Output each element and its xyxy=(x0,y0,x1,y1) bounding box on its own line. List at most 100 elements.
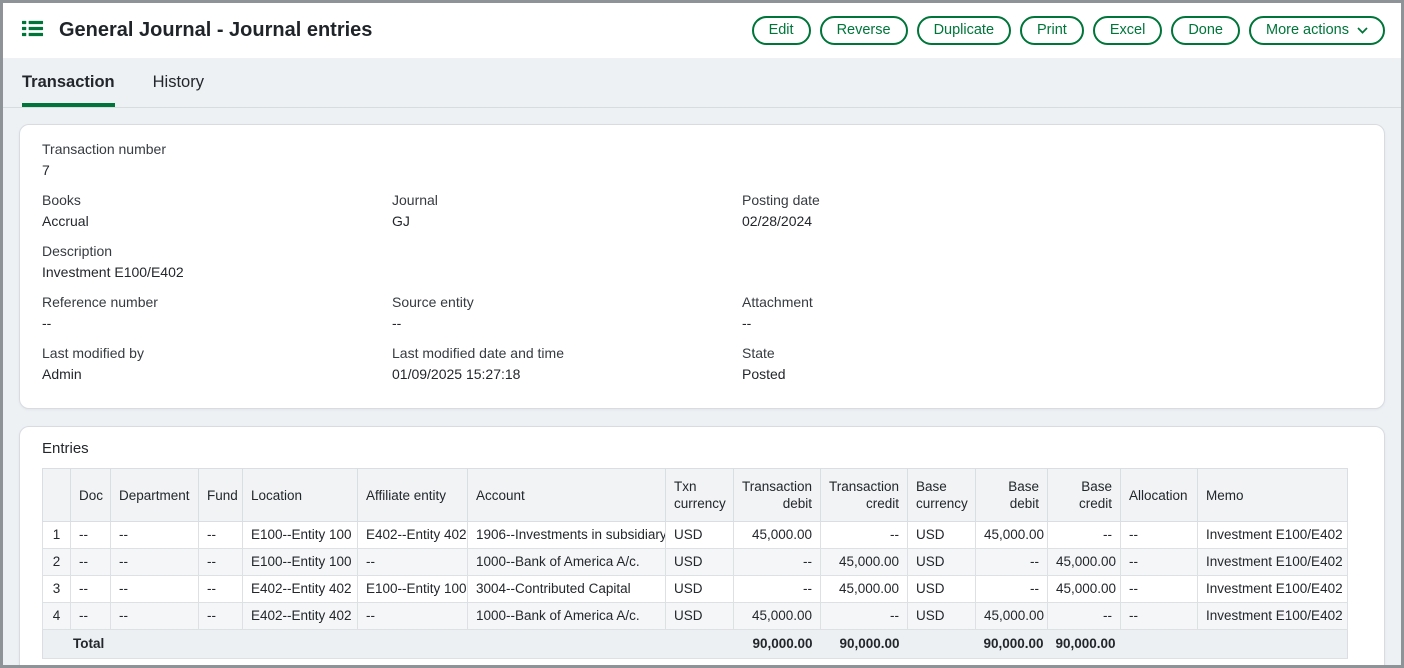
total-location xyxy=(243,630,358,659)
cell-num: 4 xyxy=(43,603,71,630)
cell-memo: Investment E100/E402 xyxy=(1198,549,1348,576)
tab-bar: Transaction History xyxy=(3,58,1401,108)
total-base_credit: 90,000.00 xyxy=(1048,630,1121,659)
field-last-modified-by: Last modified byAdmin xyxy=(42,345,392,383)
cell-allocation: -- xyxy=(1121,549,1198,576)
total-allocation xyxy=(1121,630,1198,659)
cell-location: E402--Entity 402 xyxy=(243,603,358,630)
cell-base_debit: -- xyxy=(976,576,1048,603)
field-journal: Journal GJ xyxy=(392,192,742,230)
col-base_debit: Base debit xyxy=(976,469,1048,522)
total-account xyxy=(468,630,666,659)
field-last-modified-date-and-time: Last modified date and time 01/09/2025 15… xyxy=(392,345,742,383)
field-label: Transaction number xyxy=(42,141,392,158)
cell-num: 1 xyxy=(43,522,71,549)
field-label: Last modified by xyxy=(42,345,392,362)
col-base_credit: Base credit xyxy=(1048,469,1121,522)
cell-txn_debit: 45,000.00 xyxy=(734,522,821,549)
cell-base_debit: -- xyxy=(976,549,1048,576)
field-posting-date: Posting date02/28/2024 xyxy=(742,192,1362,230)
cell-doc: -- xyxy=(71,603,111,630)
button-label: Excel xyxy=(1110,23,1145,38)
field-reference-number: Reference number-- xyxy=(42,294,392,332)
field-description: Description Investment E100/E402 xyxy=(42,243,392,281)
cell-base_credit: -- xyxy=(1048,603,1121,630)
cell-txn_currency: USD xyxy=(666,603,734,630)
col-txn_currency: Txn currency xyxy=(666,469,734,522)
cell-department: -- xyxy=(111,549,199,576)
tab-history[interactable]: History xyxy=(153,73,204,107)
field-value: GJ xyxy=(392,213,742,230)
app-window: General Journal - Journal entries Edit Re… xyxy=(0,0,1404,668)
button-label: Print xyxy=(1037,23,1067,38)
page-title: General Journal - Journal entries xyxy=(59,19,372,42)
col-memo: Memo xyxy=(1198,469,1348,522)
detail-row: Description Investment E100/E402 xyxy=(42,243,1362,281)
cell-account: 1000--Bank of America A/c. xyxy=(468,549,666,576)
field-label: Journal xyxy=(392,192,742,209)
transaction-details-card: Transaction number7 BooksAccrualJournal GJ… xyxy=(19,124,1385,409)
cell-base_currency: USD xyxy=(908,576,976,603)
total-row: Total90,000.0090,000.0090,000.0090,000.0… xyxy=(43,630,1348,659)
print-button[interactable]: Print xyxy=(1020,16,1084,45)
cell-num: 2 xyxy=(43,549,71,576)
cell-account: 1000--Bank of America A/c. xyxy=(468,603,666,630)
total-fund xyxy=(199,630,243,659)
reverse-button[interactable]: Reverse xyxy=(820,16,908,45)
field-label: Description xyxy=(42,243,392,260)
cell-fund: -- xyxy=(199,576,243,603)
cell-base_currency: USD xyxy=(908,522,976,549)
col-location: Location xyxy=(243,469,358,522)
total-label: Total xyxy=(43,630,111,659)
table-row: 4------E402--Entity 402--1000--Bank of A… xyxy=(43,603,1348,630)
total-txn_credit: 90,000.00 xyxy=(821,630,908,659)
cell-account: 3004--Contributed Capital xyxy=(468,576,666,603)
cell-base_credit: 45,000.00 xyxy=(1048,549,1121,576)
cell-allocation: -- xyxy=(1121,522,1198,549)
cell-txn_credit: -- xyxy=(821,522,908,549)
cell-fund: -- xyxy=(199,522,243,549)
button-label: Done xyxy=(1188,23,1223,38)
entries-heading: Entries xyxy=(42,440,1362,457)
total-base_debit: 90,000.00 xyxy=(976,630,1048,659)
cell-base_debit: 45,000.00 xyxy=(976,603,1048,630)
field-transaction-number: Transaction number7 xyxy=(42,141,392,179)
chevron-down-icon xyxy=(1357,27,1368,34)
cell-location: E402--Entity 402 xyxy=(243,576,358,603)
field-books: BooksAccrual xyxy=(42,192,392,230)
button-label: Reverse xyxy=(837,23,891,38)
more-actions-button[interactable]: More actions xyxy=(1249,16,1385,45)
field-label: Posting date xyxy=(742,192,1362,209)
col-account: Account xyxy=(468,469,666,522)
field-label: Books xyxy=(42,192,392,209)
entries-table-head: DocDepartmentFundLocationAffiliate entit… xyxy=(43,469,1348,522)
field-value: 01/09/2025 15:27:18 xyxy=(392,366,742,383)
col-affiliate: Affiliate entity xyxy=(358,469,468,522)
excel-button[interactable]: Excel xyxy=(1093,16,1162,45)
cell-fund: -- xyxy=(199,603,243,630)
cell-base_currency: USD xyxy=(908,549,976,576)
field-value: -- xyxy=(42,315,392,332)
duplicate-button[interactable]: Duplicate xyxy=(917,16,1011,45)
cell-account: 1906--Investments in subsidiary xyxy=(468,522,666,549)
cell-department: -- xyxy=(111,522,199,549)
cell-txn_debit: -- xyxy=(734,576,821,603)
done-button[interactable]: Done xyxy=(1171,16,1240,45)
field-label: Last modified date and time xyxy=(392,345,742,362)
col-doc: Doc xyxy=(71,469,111,522)
col-base_currency: Base currency xyxy=(908,469,976,522)
edit-button[interactable]: Edit xyxy=(752,16,811,45)
field-label: State xyxy=(742,345,1362,362)
cell-txn_currency: USD xyxy=(666,522,734,549)
journal-list-icon[interactable] xyxy=(21,17,44,45)
field-value: Investment E100/E402 xyxy=(42,264,392,281)
button-label: More actions xyxy=(1266,23,1349,38)
cell-memo: Investment E100/E402 xyxy=(1198,603,1348,630)
tab-transaction[interactable]: Transaction xyxy=(22,73,115,107)
cell-txn_currency: USD xyxy=(666,549,734,576)
col-fund: Fund xyxy=(199,469,243,522)
cell-base_debit: 45,000.00 xyxy=(976,522,1048,549)
col-txn_debit: Transaction debit xyxy=(734,469,821,522)
detail-row: Transaction number7 xyxy=(42,141,1362,179)
table-row: 1------E100--Entity 100E402--Entity 4021… xyxy=(43,522,1348,549)
